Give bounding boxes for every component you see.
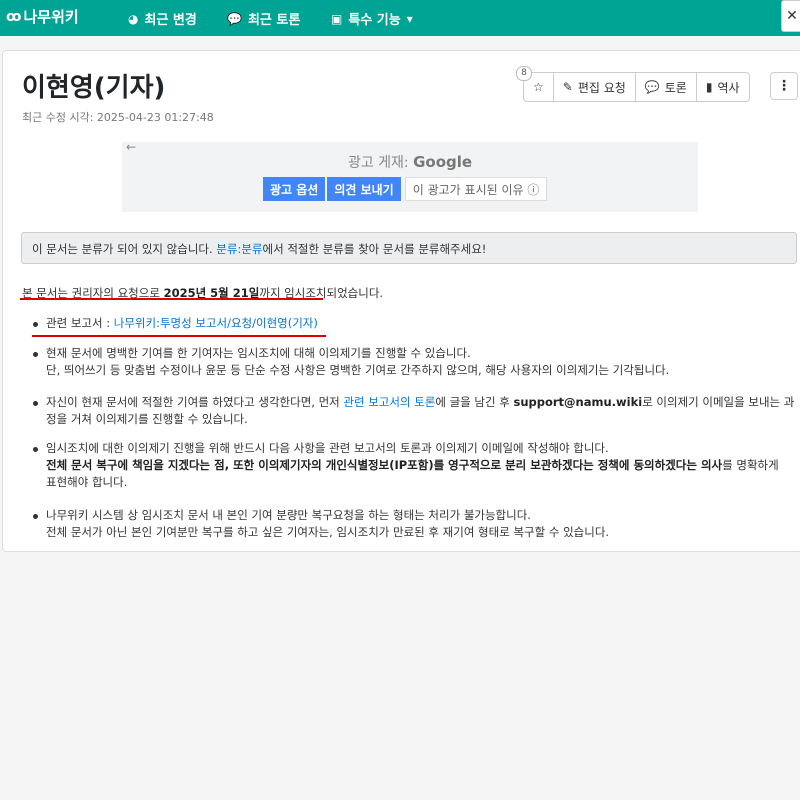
article-actions: ☆ ✎ 편집 요청 💬 토론 ▮ 역사	[523, 72, 750, 102]
star-icon: ☆	[533, 80, 544, 94]
last-modified-label: 최근 수정 시각:	[22, 111, 94, 124]
nav-label: 최근 변경	[144, 13, 197, 28]
list-item: 임시조치에 대한 이의제기 진행을 위해 반드시 다음 사항을 관련 보고서의 …	[46, 440, 798, 491]
caret-down-icon: ▾	[406, 11, 413, 26]
why-this-ad-button[interactable]: 이 광고가 표시된 이유 ⓘ	[404, 177, 548, 201]
list-text: 현재 문서에 명백한 기여를 한 기여자는 임시조치에 대해 이의제기를 진행할…	[46, 346, 471, 360]
bullet	[33, 352, 38, 357]
last-modified-time: 2025-04-23 01:27:48	[96, 111, 214, 124]
list-text: 임시조치에 대한 이의제기 진행을 위해 반드시 다음 사항을 관련 보고서의 …	[46, 441, 609, 455]
list-text: 를 명확하게	[722, 458, 779, 472]
edit-request-button[interactable]: ✎ 편집 요청	[554, 73, 636, 101]
list-text: 정을 거쳐 이의제기를 진행할 수 있습니다.	[46, 412, 248, 426]
comments-icon: 💬	[644, 80, 660, 94]
list-text: 전체 문서가 아닌 본인 기여분만 복구를 하고 싶은 기여자는, 임시조치가 …	[46, 525, 610, 539]
ad-label-prefix: 광고 게재:	[347, 155, 409, 171]
search-button[interactable]: ✕	[781, 0, 800, 32]
list-text: 나무위키 시스템 상 임시조치 문서 내 본인 기여 분량만 복구요청을 하는 …	[46, 508, 531, 522]
bullet	[33, 447, 38, 452]
history-label: 역사	[717, 80, 740, 95]
list-item: 나무위키 시스템 상 임시조치 문서 내 본인 기여 분량만 복구요청을 하는 …	[46, 507, 798, 541]
toolbox-icon: ▣	[331, 11, 343, 26]
discussion-label: 토론	[664, 80, 687, 95]
related-report-link[interactable]: 나무위키:투명성 보고서/요청/이현영(기자)	[114, 316, 318, 330]
random-icon: ✕	[786, 8, 798, 24]
ad-buttons: 광고 옵션 의견 보내기 이 광고가 표시된 이유 ⓘ	[263, 177, 548, 201]
policy-consent-text: 전체 문서 복구에 책임을 지겠다는 점, 또한 이의제기자의 개인식별정보(I…	[46, 458, 723, 472]
nav-special-functions[interactable]: ▣ 특수 기능 ▾	[331, 9, 413, 29]
related-report-item: 관련 보고서 : 나무위키:투명성 보고서/요청/이현영(기자)	[46, 315, 798, 332]
list-text: 단, 띄어쓰기 등 맞춤법 수정이나 윤문 등 단순 수정 사항은 명백한 기여…	[46, 363, 670, 377]
compass-icon: ◕	[128, 11, 139, 26]
bullet	[33, 401, 38, 406]
edit-request-label: 편집 요청	[577, 80, 626, 95]
nav-recent-discussions[interactable]: 💬 최근 토론	[227, 9, 301, 29]
list-item: 현재 문서에 명백한 기여를 한 기여자는 임시조치에 대해 이의제기를 진행할…	[46, 345, 798, 379]
notice-text: 이 문서는 분류가 되어 있지 않습니다.	[32, 242, 217, 256]
top-navbar: ꝏ 나무위키 ◕ 최근 변경 💬 최근 토론 ▣ 특수 기능 ▾ ✕	[0, 0, 800, 36]
star-count-badge: 8	[516, 66, 532, 81]
category-link[interactable]: 분류:분류	[216, 242, 262, 256]
list-text: 로 이의제기 이메일을 보내는 과	[642, 395, 795, 409]
logo-mark-icon: ꝏ	[6, 8, 22, 25]
bullet	[33, 322, 38, 327]
red-underline	[32, 335, 326, 337]
last-modified: 최근 수정 시각: 2025-04-23 01:27:48	[22, 109, 214, 125]
send-feedback-button[interactable]: 의견 보내기	[327, 177, 401, 201]
red-underline	[20, 298, 323, 300]
discussion-button[interactable]: 💬 토론	[636, 73, 697, 101]
list-text: 표현해야 합니다.	[46, 475, 128, 489]
history-button[interactable]: ▮ 역사	[697, 73, 749, 101]
ad-label: 광고 게재: Google	[122, 152, 698, 172]
list-text: 자신이 현재 문서에 적절한 기여를 하였다고 생각한다면, 먼저	[46, 395, 344, 409]
book-icon: ▮	[705, 80, 713, 94]
edit-user-icon: ✎	[562, 80, 573, 94]
related-label: 관련 보고서 :	[46, 316, 114, 330]
category-notice: 이 문서는 분류가 되어 있지 않습니다. 분류:분류에서 적절한 분류를 찾아…	[21, 232, 797, 264]
nav-recent-changes[interactable]: ◕ 최근 변경	[128, 9, 197, 29]
more-options-button[interactable]: ⋮	[770, 72, 798, 100]
nav-label: 특수 기능	[348, 13, 401, 28]
notice-text-end: 에서 적절한 분류를 찾아 문서를 분류해주세요!	[262, 242, 487, 256]
page-title: 이현영(기자)	[22, 73, 166, 103]
list-text: 에 글을 남긴 후	[435, 395, 514, 409]
namuwiki-logo[interactable]: ꝏ 나무위키	[6, 6, 79, 27]
logo-text: 나무위키	[23, 8, 79, 26]
report-discussion-link[interactable]: 관련 보고서의 토론	[343, 395, 435, 409]
ad-options-button[interactable]: 광고 옵션	[263, 177, 326, 201]
nav-label: 최근 토론	[247, 13, 301, 28]
comments-icon: 💬	[227, 11, 242, 26]
bullet	[33, 514, 38, 519]
google-brand: Google	[413, 153, 473, 171]
support-email: support@namu.wiki	[513, 395, 643, 409]
ad-banner: ← 광고 게재: Google 광고 옵션 의견 보내기 이 광고가 표시된 이…	[122, 140, 698, 212]
list-item: 자신이 현재 문서에 적절한 기여를 하였다고 생각한다면, 먼저 관련 보고서…	[46, 394, 798, 428]
